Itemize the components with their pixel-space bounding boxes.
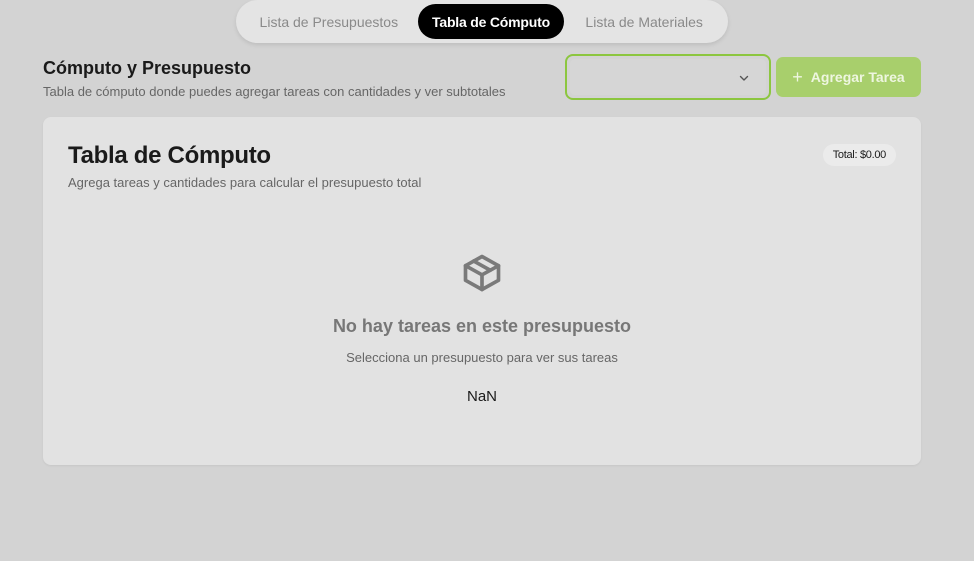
plus-icon: + (792, 67, 803, 87)
empty-state-value: NaN (466, 388, 497, 405)
add-task-label: Agregar Tarea (810, 69, 905, 85)
total-badge: Total: $0.00 (822, 144, 896, 166)
add-task-button[interactable]: + Agregar Tarea (776, 57, 921, 97)
view-tabs: Lista de Presupuestos Tabla de Cómputo L… (236, 0, 728, 43)
package-icon (463, 254, 501, 292)
tab-tabla-de-computo[interactable]: Tabla de Cómputo (417, 4, 565, 39)
page-subtitle: Tabla de cómputo donde puedes agregar ta… (43, 84, 506, 99)
chevron-down-icon (739, 75, 749, 81)
empty-state-subtitle: Selecciona un presupuesto para ver sus t… (346, 350, 618, 365)
card-subtitle: Agrega tareas y cantidades para calcular… (68, 175, 422, 190)
computo-card: Tabla de Cómputo Agrega tareas y cantida… (43, 117, 921, 465)
empty-state-title: No hay tareas en este presupuesto (332, 316, 632, 336)
budget-select[interactable] (565, 54, 771, 100)
card-title: Tabla de Cómputo (68, 142, 271, 169)
app-page: Lista de Presupuestos Tabla de Cómputo L… (0, 0, 974, 561)
page-title: Cómputo y Presupuesto (43, 58, 252, 78)
budget-select-field[interactable] (570, 59, 766, 95)
tab-lista-de-materiales[interactable]: Lista de Materiales (564, 4, 724, 39)
tab-lista-de-presupuestos[interactable]: Lista de Presupuestos (240, 4, 418, 39)
